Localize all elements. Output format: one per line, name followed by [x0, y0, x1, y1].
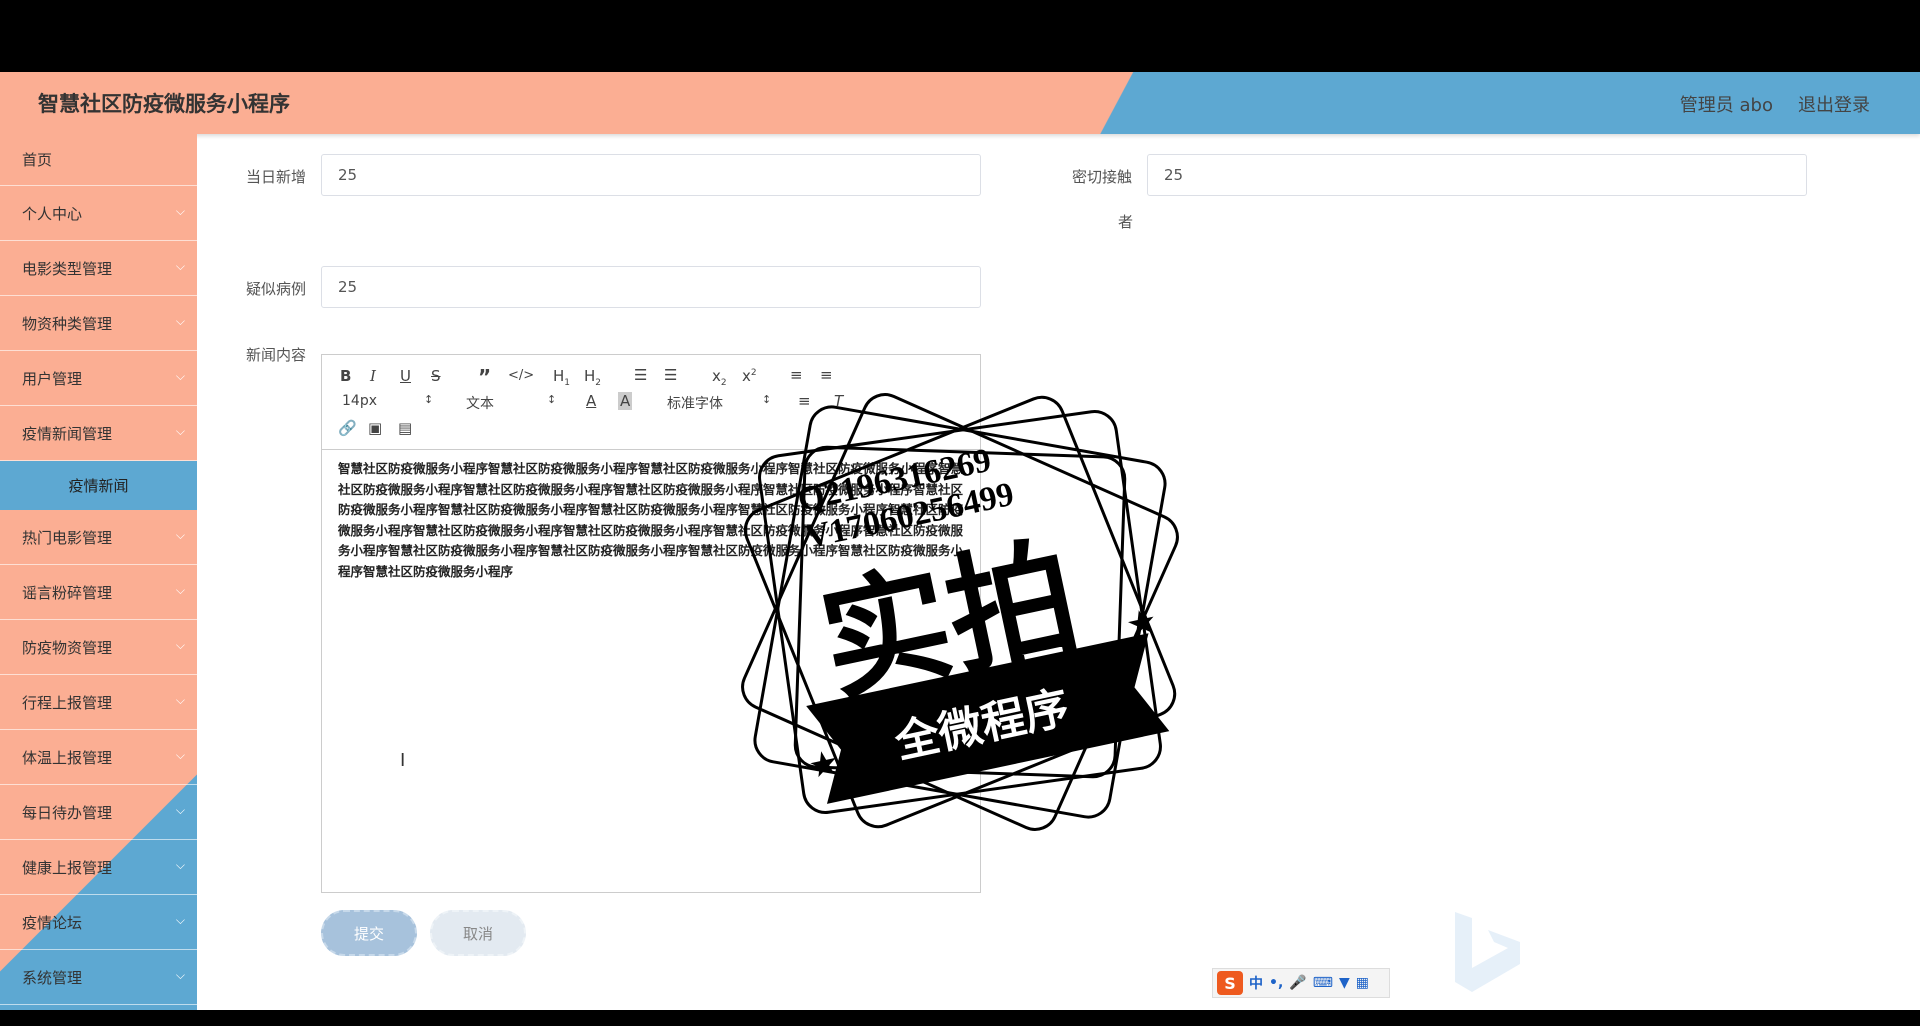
chevron-down-icon: ⌵	[175, 583, 185, 597]
suspected-input[interactable]	[321, 266, 981, 308]
admin-user-label: 管理员 abo	[1679, 95, 1773, 116]
strikethrough-icon[interactable]: S	[431, 367, 441, 385]
font-family-select[interactable]: 标准字体	[667, 393, 723, 413]
video-icon[interactable]: ▤	[398, 419, 412, 437]
star-icon: ★	[805, 742, 843, 787]
chevron-down-icon: ⌵	[175, 693, 185, 707]
chevron-down-icon: ⌵	[175, 803, 185, 817]
bullet-list-icon[interactable]: ☰	[664, 366, 677, 384]
sidebar-item-label: 热门电影管理	[22, 528, 113, 547]
chevron-down-icon: ⌵	[175, 369, 185, 383]
chevron-down-icon: ⌵	[175, 204, 185, 218]
heading2-icon[interactable]: H2	[584, 367, 601, 388]
code-block-icon[interactable]: </>	[508, 368, 534, 383]
bing-logo-icon	[1455, 912, 1520, 992]
italic-icon[interactable]: I	[370, 367, 376, 385]
sogou-logo-icon: S	[1217, 971, 1243, 995]
sidebar-item-movie-type[interactable]: 电影类型管理 ⌵	[0, 241, 197, 296]
font-size-select[interactable]: 14px	[342, 393, 377, 409]
chevron-down-icon: ⌵	[175, 638, 185, 652]
sidebar-item-label: 防疫物资管理	[22, 638, 113, 657]
chevron-down-icon: ⌵	[175, 858, 185, 872]
screen-bottom-letterbox	[0, 1010, 1920, 1026]
sidebar-item-personal-center[interactable]: 个人中心 ⌵	[0, 186, 197, 241]
app-title: 智慧社区防疫微服务小程序	[38, 92, 290, 116]
paragraph-select-arrow-icon: ↕	[547, 393, 557, 406]
close-contact-label-line1: 密切接触	[1072, 168, 1133, 186]
keyboard-icon[interactable]: ⌨	[1313, 975, 1333, 991]
sidebar-subitem-epidemic-news[interactable]: 疫情新闻	[0, 461, 197, 510]
sidebar-item-label: 用户管理	[22, 369, 83, 388]
chevron-down-icon: ⌵	[175, 913, 185, 927]
chevron-down-icon: ⌵	[175, 528, 185, 542]
chevron-down-icon: ⌵	[175, 748, 185, 762]
image-icon[interactable]: ▣	[368, 419, 382, 437]
sidebar-nav: 首页 个人中心 ⌵ 电影类型管理 ⌵ 物资种类管理 ⌵ 用户管理 ⌵ 疫情新闻管理 ⌵ 疫…	[0, 134, 197, 1010]
close-contact-input[interactable]	[1147, 154, 1807, 196]
sidebar-item-epidemic-news-admin[interactable]: 疫情新闻管理 ⌵	[0, 406, 197, 461]
microphone-icon[interactable]: 🎤	[1289, 975, 1306, 991]
cancel-button[interactable]: 取消	[430, 910, 526, 956]
heading1-icon[interactable]: H1	[553, 367, 570, 388]
screen-top-letterbox	[0, 0, 1920, 72]
sidebar-item-daily-todo[interactable]: 每日待办管理 ⌵	[0, 785, 197, 840]
sidebar-item-travel-report[interactable]: 行程上报管理 ⌵	[0, 675, 197, 730]
sidebar-item-label: 体温上报管理	[22, 748, 113, 767]
app-window: 智慧社区防疫微服务小程序 管理员 abo 退出登录 首页 个人中心 ⌵ 电影类型管…	[0, 72, 1920, 1010]
font-size-select-arrow-icon: ↕	[424, 393, 434, 406]
sidebar-item-label: 疫情新闻	[68, 477, 129, 495]
daily-new-input[interactable]	[321, 154, 981, 196]
ime-toolbar[interactable]: S 中 •, 🎤 ⌨ ▼ ▦	[1212, 968, 1390, 998]
sidebar-item-label: 疫情新闻管理	[22, 424, 113, 443]
sidebar-item-label: 谣言粉碎管理	[22, 583, 113, 602]
sidebar-item-users[interactable]: 用户管理 ⌵	[0, 351, 197, 406]
close-contact-label-line2: 者	[1118, 213, 1134, 231]
sidebar-item-label: 首页	[22, 151, 53, 169]
sidebar-item-label: 电影类型管理	[22, 259, 113, 278]
app-header: 智慧社区防疫微服务小程序 管理员 abo 退出登录	[0, 72, 1920, 134]
skin-icon[interactable]: ▼	[1339, 975, 1350, 991]
sidebar-item-supplies[interactable]: 防疫物资管理 ⌵	[0, 620, 197, 675]
sidebar-item-label: 疫情论坛	[22, 913, 83, 932]
sidebar-item-rumor[interactable]: 谣言粉碎管理 ⌵	[0, 565, 197, 620]
sidebar-item-label: 行程上报管理	[22, 693, 113, 712]
font-color-icon[interactable]: A	[586, 392, 596, 410]
text-cursor-icon: I	[400, 750, 406, 771]
sidebar-item-hot-movies[interactable]: 热门电影管理 ⌵	[0, 510, 197, 565]
link-icon[interactable]: 🔗	[338, 419, 357, 437]
sidebar-item-forum[interactable]: 疫情论坛 ⌵	[0, 895, 197, 950]
submit-button[interactable]: 提交	[321, 910, 417, 956]
blockquote-icon[interactable]: ”	[478, 365, 491, 389]
sidebar-item-home[interactable]: 首页	[0, 134, 197, 186]
sidebar-item-system[interactable]: 系统管理 ⌵	[0, 950, 197, 1005]
daily-new-label: 当日新增	[246, 168, 307, 186]
news-content-label: 新闻内容	[246, 346, 307, 364]
ordered-list-icon[interactable]: ☰	[634, 366, 647, 384]
sidebar-item-label: 系统管理	[22, 968, 83, 987]
chevron-down-icon: ⌵	[175, 314, 185, 328]
chevron-down-icon: ⌵	[175, 968, 185, 982]
sidebar-item-label: 个人中心	[22, 204, 83, 223]
ime-language-toggle[interactable]: 中	[1249, 973, 1263, 993]
paragraph-type-select[interactable]: 文本	[466, 393, 494, 413]
underline-icon[interactable]: U	[400, 367, 411, 385]
logout-link[interactable]: 退出登录	[1798, 91, 1870, 117]
sidebar-item-label: 健康上报管理	[22, 858, 113, 877]
background-color-icon[interactable]: A	[618, 392, 633, 410]
toolbox-icon[interactable]: ▦	[1356, 975, 1369, 991]
bold-icon[interactable]: B	[340, 367, 351, 385]
watermark-stamp: Q2196316269 V17060256499 实拍 全微程序 ★ ★	[720, 372, 1200, 852]
chevron-up-icon: ⌵	[175, 424, 185, 438]
ime-punctuation-toggle[interactable]: •,	[1269, 975, 1283, 991]
sidebar-item-health-report[interactable]: 健康上报管理 ⌵	[0, 840, 197, 895]
sidebar-item-label: 每日待办管理	[22, 803, 113, 822]
sidebar-item-temperature[interactable]: 体温上报管理 ⌵	[0, 730, 197, 785]
suspected-label: 疑似病例	[246, 280, 307, 298]
sidebar-item-supply-type[interactable]: 物资种类管理 ⌵	[0, 296, 197, 351]
sidebar-item-label: 物资种类管理	[22, 314, 113, 333]
chevron-down-icon: ⌵	[175, 259, 185, 273]
